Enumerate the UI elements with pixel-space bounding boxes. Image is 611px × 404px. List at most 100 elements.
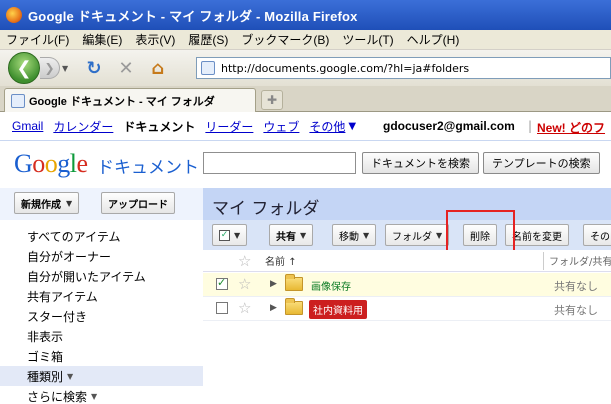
- create-new-button[interactable]: 新規作成 ▼: [14, 192, 80, 214]
- chevron-down-icon: ▼: [300, 230, 307, 240]
- gbar-link-gmail[interactable]: Gmail: [12, 119, 43, 133]
- gbar-link-web[interactable]: ウェブ: [263, 118, 299, 135]
- more-actions-label: その: [590, 231, 610, 243]
- sidebar-actions: 新規作成 ▼ アップロード: [0, 188, 203, 220]
- sidebar-item-label: スター付き: [27, 309, 88, 324]
- share-button[interactable]: 共有 ▼: [269, 224, 314, 246]
- history-dropdown-icon[interactable]: ▼: [62, 64, 74, 73]
- new-feature-link[interactable]: New! どのフ: [537, 119, 605, 136]
- back-button[interactable]: ❮: [8, 52, 40, 84]
- menu-history[interactable]: 履歴(S): [188, 31, 228, 48]
- window-title: Google ドキュメント - マイ フォルダ - Mozilla Firefo…: [28, 8, 358, 24]
- url-text[interactable]: http://documents.google.com/?hl=ja#folde…: [221, 62, 469, 75]
- home-icon[interactable]: ⌂: [146, 56, 170, 80]
- chevron-down-icon: ▼: [91, 391, 98, 401]
- forward-arrow-icon: ❯: [44, 61, 55, 75]
- sidebar-item-hidden[interactable]: 非表示: [0, 326, 203, 346]
- chevron-down-icon: ▼: [363, 230, 370, 240]
- folder-share-column-header[interactable]: フォルダ/共有: [549, 253, 611, 268]
- gbar-link-reader[interactable]: リーダー: [205, 118, 253, 135]
- window-title-bar: Google ドキュメント - マイ フォルダ - Mozilla Firefo…: [0, 0, 611, 30]
- rename-label: 名前を変更: [512, 231, 562, 243]
- table-row[interactable]: ☆ ▶ 社内資料用 共有なし: [203, 297, 611, 321]
- sidebar-item-label: すべてのアイテム: [27, 229, 121, 244]
- upload-button[interactable]: アップロード: [101, 192, 175, 214]
- column-header: ☆ 名前 ↑ フォルダ/共有: [203, 250, 611, 272]
- forward-button[interactable]: ❯: [40, 57, 60, 79]
- back-arrow-icon: ❮: [16, 57, 32, 79]
- column-divider: [543, 252, 544, 270]
- folder-label: フォルダ: [392, 231, 432, 243]
- stop-icon[interactable]: ✕: [114, 56, 138, 80]
- sidebar-item-shared[interactable]: 共有アイテム: [0, 286, 203, 306]
- tab-title: Google ドキュメント - マイ フォルダ: [29, 95, 215, 108]
- share-status: 共有なし: [554, 304, 598, 317]
- sidebar-item-more-search[interactable]: さらに検索 ▼: [0, 386, 203, 404]
- site-favicon-icon: [201, 61, 215, 75]
- page-title: マイ フォルダ: [212, 199, 320, 219]
- sidebar-item-by-type[interactable]: 種類別 ▼: [0, 366, 203, 386]
- star-column-icon[interactable]: ☆: [238, 252, 251, 270]
- action-toolbar: ✓ ▼ 共有 ▼ 移動 ▼ フォルダ ▼ 削除 名前を変更 その: [203, 220, 611, 250]
- sidebar-item-starred[interactable]: スター付き: [0, 306, 203, 326]
- move-button[interactable]: 移動 ▼: [332, 224, 377, 246]
- share-status: 共有なし: [554, 280, 598, 293]
- share-label: 共有: [276, 231, 296, 243]
- sidebar-item-label: 自分がオーナー: [27, 249, 112, 264]
- move-label: 移動: [339, 231, 359, 243]
- search-docs-button[interactable]: ドキュメントを検索: [362, 152, 479, 174]
- chevron-down-icon[interactable]: ▼: [348, 121, 356, 132]
- sidebar-item-label: 非表示: [27, 329, 64, 344]
- menu-view[interactable]: 表示(V): [135, 31, 175, 48]
- folder-name[interactable]: 画像保存: [311, 278, 351, 293]
- gbar-link-calendar[interactable]: カレンダー: [53, 118, 113, 135]
- expand-arrow-icon[interactable]: ▶: [270, 279, 277, 289]
- folder-header: マイ フォルダ: [203, 188, 611, 220]
- expand-arrow-icon[interactable]: ▶: [270, 303, 277, 313]
- star-icon[interactable]: ☆: [238, 275, 251, 293]
- gbar-more-link[interactable]: その他: [309, 118, 345, 135]
- gbar-current-docs: ドキュメント: [123, 119, 196, 134]
- menu-tools[interactable]: ツール(T): [342, 31, 393, 48]
- chevron-down-icon: ▼: [67, 371, 74, 381]
- reload-icon[interactable]: ↻: [82, 56, 106, 80]
- google-bar: Gmail カレンダー ドキュメント リーダー ウェブ その他 ▼ gdocus…: [0, 112, 611, 140]
- sidebar-item-opened-by-me[interactable]: 自分が開いたアイテム: [0, 266, 203, 286]
- docs-search-input[interactable]: [203, 152, 356, 174]
- upload-label: アップロード: [108, 199, 168, 211]
- tab-google-docs[interactable]: Google ドキュメント - マイ フォルダ: [4, 88, 256, 112]
- menu-help[interactable]: ヘルプ(H): [407, 31, 460, 48]
- new-tab-button[interactable]: ✚: [261, 90, 283, 110]
- docs-favicon-icon: [11, 93, 25, 108]
- search-templates-button[interactable]: テンプレートの検索: [483, 152, 600, 174]
- product-name: ドキュメント: [97, 158, 199, 178]
- more-actions-button[interactable]: その: [583, 224, 611, 246]
- table-row[interactable]: ☆ ▶ 画像保存 共有なし: [203, 273, 611, 297]
- name-column-header[interactable]: 名前 ↑: [265, 253, 297, 268]
- menu-edit[interactable]: 編集(E): [82, 31, 122, 48]
- row-checkbox[interactable]: [216, 302, 228, 314]
- folder-name[interactable]: 社内資料用: [309, 300, 367, 319]
- chevron-down-icon: ▼: [234, 230, 241, 240]
- url-bar[interactable]: http://documents.google.com/?hl=ja#folde…: [196, 57, 611, 79]
- sidebar-item-label: さらに検索: [27, 389, 88, 404]
- menu-file[interactable]: ファイル(F): [6, 31, 69, 48]
- firefox-icon: [6, 7, 22, 23]
- sidebar-nav: すべてのアイテム 自分がオーナー 自分が開いたアイテム 共有アイテム スター付き…: [0, 226, 203, 404]
- navigation-toolbar: ❮ ❯ ▼ ↻ ✕ ⌂ http://documents.google.com/…: [0, 50, 611, 86]
- sidebar-item-label: 種類別: [27, 369, 64, 384]
- sidebar-item-owned-by-me[interactable]: 自分がオーナー: [0, 246, 203, 266]
- tab-strip: Google ドキュメント - マイ フォルダ ✚: [0, 86, 611, 112]
- row-checkbox[interactable]: [216, 276, 228, 290]
- select-menu-button[interactable]: ✓ ▼: [212, 224, 248, 246]
- sidebar-item-all-items[interactable]: すべてのアイテム: [0, 226, 203, 246]
- folder-icon: [285, 298, 303, 315]
- chevron-down-icon: ▼: [66, 198, 73, 208]
- sidebar-item-trash[interactable]: ゴミ箱: [0, 346, 203, 366]
- sidebar: 新規作成 ▼ アップロード すべてのアイテム 自分がオーナー 自分が開いたアイテム…: [0, 188, 203, 404]
- google-logo[interactable]: Google: [14, 149, 88, 179]
- folder-button[interactable]: フォルダ ▼: [385, 224, 450, 246]
- menu-bookmarks[interactable]: ブックマーク(B): [241, 31, 329, 48]
- star-icon[interactable]: ☆: [238, 299, 251, 317]
- sort-up-icon: ↑: [288, 257, 297, 268]
